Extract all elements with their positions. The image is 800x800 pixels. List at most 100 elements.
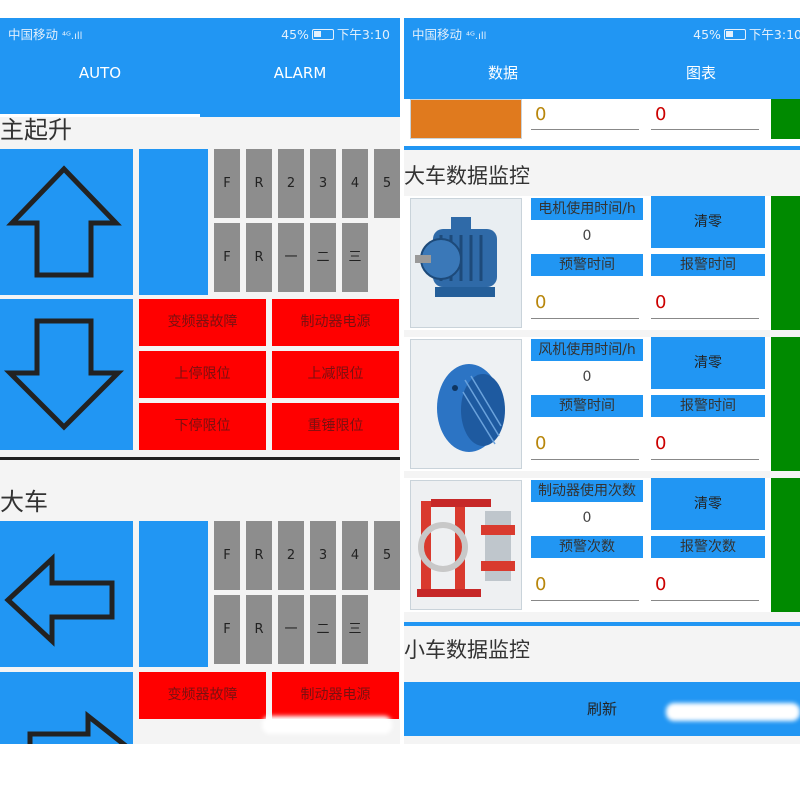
hoist-down-button[interactable] [0, 299, 133, 450]
divider [0, 457, 400, 460]
top-warn-value: 0 [535, 104, 547, 125]
tab-auto[interactable]: AUTO [0, 45, 200, 117]
separator [404, 622, 800, 626]
cart-right-button[interactable] [0, 672, 133, 744]
metric-label: 制动器使用次数 [531, 480, 643, 502]
arrow-left-icon [4, 553, 115, 647]
cart-speed-indicator [139, 521, 208, 667]
right-screen: 中国移动 ⁴ᴳ.ıll 45% 下午3:10 数据 图表 0 0 大车数据监控 电… [404, 18, 800, 744]
alarm-value[interactable]: 0 [655, 574, 666, 595]
left.hoist-gear2-4[interactable]: 三 [342, 223, 368, 292]
status-bar: 中国移动 ⁴ᴳ.ıll 45% 下午3:10 [0, 18, 400, 45]
reset-button[interactable]: 清零 [651, 196, 765, 248]
underline [531, 459, 639, 460]
underline [531, 318, 639, 319]
carrier-label: 中国移动 ⁴ᴳ.ıll [412, 27, 487, 42]
left.cart-gear-1[interactable]: R [246, 521, 272, 590]
left.cart-gear-5[interactable]: 5 [374, 521, 400, 590]
tab-bar: AUTO ALARM [0, 45, 400, 117]
status-indicator [771, 337, 800, 471]
alarm-label: 报警时间 [651, 395, 765, 417]
left.cart-gear2-4[interactable]: 三 [342, 595, 368, 664]
arrow-up-icon [6, 165, 122, 278]
motor-image [410, 198, 522, 328]
left.cart-gear-4[interactable]: 4 [342, 521, 368, 590]
warn-label: 预警时间 [531, 254, 643, 276]
fault-indicator-3: 上减限位 [272, 351, 399, 398]
status-bar: 中国移动 ⁴ᴳ.ıll 45% 下午3:10 [404, 18, 800, 45]
warn-value[interactable]: 0 [535, 433, 546, 454]
fault-indicator-0: 变频器故障 [139, 672, 266, 719]
status-indicator [771, 99, 800, 139]
arrow-down-icon [3, 318, 125, 431]
left.hoist-gear-5[interactable]: 5 [374, 149, 400, 218]
left.hoist-gear2-2[interactable]: 一 [278, 223, 304, 292]
alarm-label: 报警时间 [651, 254, 765, 276]
warn-value[interactable]: 0 [535, 574, 546, 595]
fault-indicator-4: 下停限位 [139, 403, 266, 450]
left.cart-gear2-1[interactable]: R [246, 595, 272, 664]
fault-indicator-1: 制动器电源 [272, 672, 399, 719]
alarm-label: 报警次数 [651, 536, 765, 558]
hoist-speed-indicator [139, 149, 208, 295]
left.hoist-gear2-0[interactable]: F [214, 223, 240, 292]
left.hoist-gear2-3[interactable]: 二 [310, 223, 336, 292]
left.hoist-gear-3[interactable]: 3 [310, 149, 336, 218]
warn-label: 预警次数 [531, 536, 643, 558]
alarm-value[interactable]: 0 [655, 292, 666, 313]
arrow-right-icon [27, 710, 128, 744]
left.cart-gear-2[interactable]: 2 [278, 521, 304, 590]
trolley-monitor-title: 小车数据监控 [404, 638, 530, 662]
brake-image [410, 480, 522, 610]
fault-indicator-0: 变频器故障 [139, 299, 266, 346]
left.cart-gear-0[interactable]: F [214, 521, 240, 590]
reset-button[interactable]: 清零 [651, 337, 765, 389]
underline [531, 600, 639, 601]
underline [531, 129, 639, 130]
alarm-value[interactable]: 0 [655, 433, 666, 454]
watermark-blur [666, 703, 800, 721]
left.hoist-gear-4[interactable]: 4 [342, 149, 368, 218]
status-right: 45% 下午3:10 [281, 27, 390, 42]
metric-label: 电机使用时间/h [531, 198, 643, 220]
metric-value: 0 [582, 369, 592, 385]
metric-value: 0 [582, 228, 592, 244]
metric-value: 0 [582, 510, 592, 526]
cart-title: 大车 [0, 488, 48, 516]
warn-value[interactable]: 0 [535, 292, 546, 313]
left.hoist-gear-2[interactable]: 2 [278, 149, 304, 218]
fault-indicator-5: 重锤限位 [272, 403, 399, 450]
underline [651, 318, 759, 319]
metric-label: 风机使用时间/h [531, 339, 643, 361]
hoist-title: 主起升 [0, 116, 72, 144]
battery-icon [723, 29, 746, 40]
reset-button[interactable]: 清零 [651, 478, 765, 530]
top-alarm-value: 0 [655, 104, 667, 125]
cart-left-button[interactable] [0, 521, 133, 667]
watermark-blur [262, 716, 392, 734]
left.hoist-gear-1[interactable]: R [246, 149, 272, 218]
separator [404, 146, 800, 150]
carrier-label: 中国移动 ⁴ᴳ.ıll [8, 27, 83, 42]
cart-monitor-title: 大车数据监控 [404, 164, 530, 188]
brake-image [410, 99, 522, 139]
left.cart-gear2-3[interactable]: 二 [310, 595, 336, 664]
left.hoist-gear2-1[interactable]: R [246, 223, 272, 292]
hoist-up-button[interactable] [0, 149, 133, 295]
left.hoist-gear-0[interactable]: F [214, 149, 240, 218]
tab-alarm[interactable]: ALARM [200, 45, 400, 117]
left.cart-gear2-2[interactable]: 一 [278, 595, 304, 664]
left.cart-gear2-0[interactable]: F [214, 595, 240, 664]
left.cart-gear-3[interactable]: 3 [310, 521, 336, 590]
underline [651, 459, 759, 460]
fault-indicator-2: 上停限位 [139, 351, 266, 398]
battery-icon [311, 29, 334, 40]
warn-label: 预警时间 [531, 395, 643, 417]
fan-image [410, 339, 522, 469]
status-indicator [771, 196, 800, 330]
fault-indicator-1: 制动器电源 [272, 299, 399, 346]
status-indicator [771, 478, 800, 612]
status-right: 45% 下午3:10 [693, 27, 800, 42]
underline [651, 600, 759, 601]
left-screen: 中国移动 ⁴ᴳ.ıll 45% 下午3:10 AUTO ALARM 主起升 FR2… [0, 18, 400, 744]
